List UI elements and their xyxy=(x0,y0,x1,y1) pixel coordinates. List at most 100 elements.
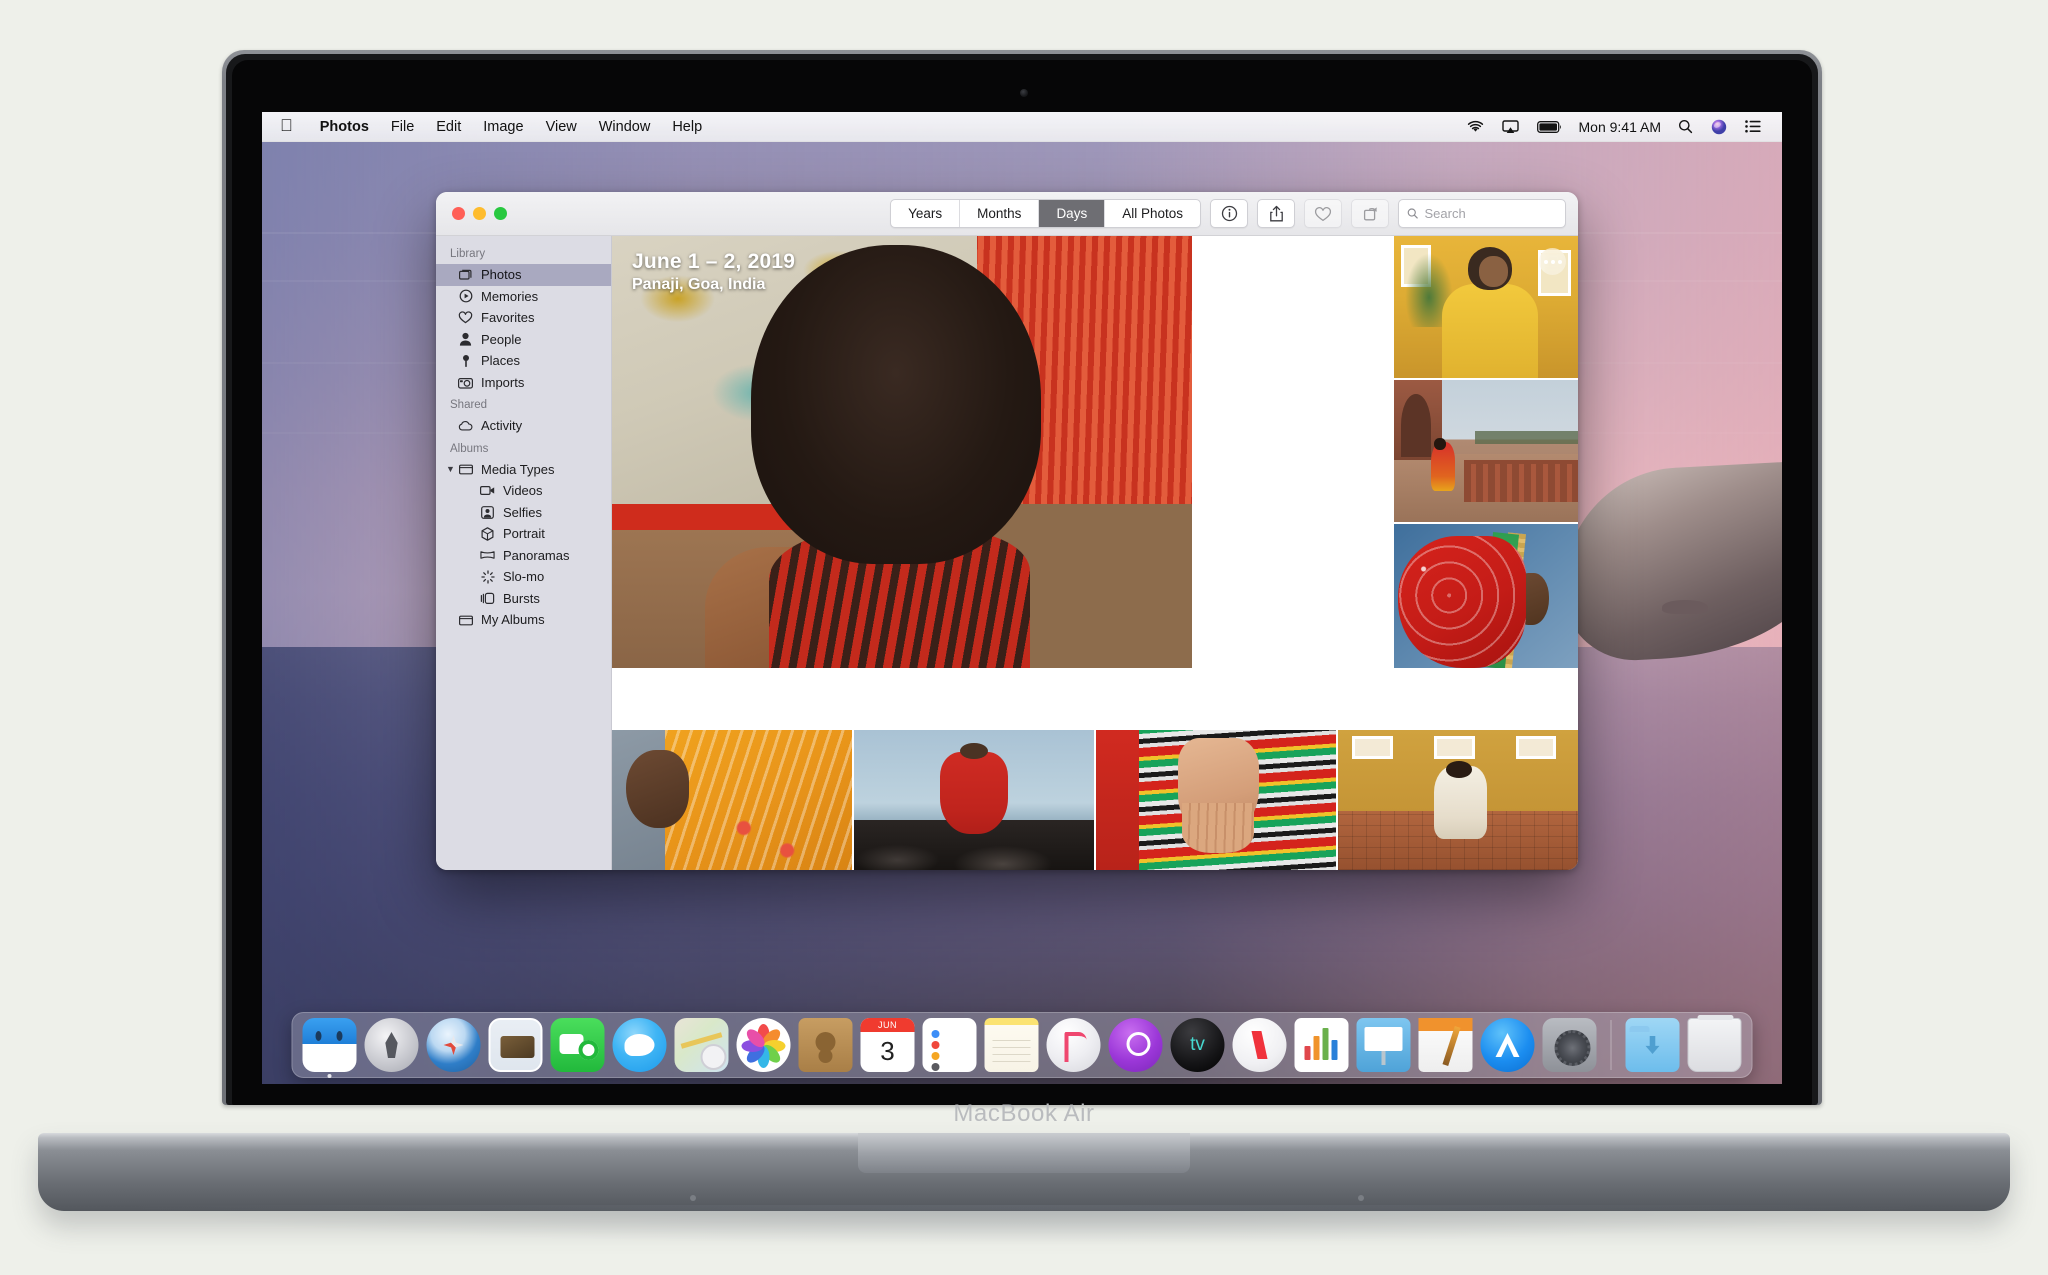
dock-item-system-preferences[interactable] xyxy=(1542,1018,1597,1072)
menu-item-image[interactable]: Image xyxy=(472,119,534,135)
photo-thumbnail[interactable] xyxy=(1338,728,1578,870)
dock-item-keynote[interactable] xyxy=(1356,1018,1411,1072)
photo-grid: June 1 – 2, 2019 Panaji, Goa, India xyxy=(612,236,1578,870)
dock-item-mail[interactable] xyxy=(488,1018,543,1072)
dock-item-podcasts[interactable] xyxy=(1108,1018,1163,1072)
menu-bar-clock[interactable]: Mon 9:41 AM xyxy=(1571,119,1670,135)
laptop-base-notch xyxy=(858,1133,1190,1173)
chevron-down-icon[interactable]: ▼ xyxy=(446,464,455,474)
dock-item-pages[interactable] xyxy=(1418,1018,1473,1072)
sidebar-item-label: Memories xyxy=(481,288,539,304)
window-titlebar: Years Months Days All Photos xyxy=(436,192,1578,236)
dock-item-app-store[interactable] xyxy=(1480,1018,1535,1072)
hero-photo[interactable]: June 1 – 2, 2019 Panaji, Goa, India xyxy=(612,236,1192,668)
sidebar-item-label: Imports xyxy=(481,374,525,390)
dock-item-photos[interactable] xyxy=(736,1018,791,1072)
search-input[interactable] xyxy=(1424,206,1557,221)
tab-all-photos[interactable]: All Photos xyxy=(1105,200,1200,227)
battery-icon[interactable] xyxy=(1528,120,1571,133)
menu-item-photos[interactable]: Photos xyxy=(309,119,380,135)
menu-bar:  Photos File Edit Image View Window Hel… xyxy=(262,112,1782,142)
photo-detail xyxy=(1515,735,1557,760)
photo-thumbnail[interactable] xyxy=(1392,236,1578,380)
dock-item-contacts[interactable] xyxy=(798,1018,853,1072)
tab-months[interactable]: Months xyxy=(960,200,1040,227)
search-icon xyxy=(1407,208,1418,219)
person-icon xyxy=(458,332,473,347)
wifi-icon[interactable] xyxy=(1458,120,1493,133)
menu-item-file[interactable]: File xyxy=(380,119,425,135)
dock-item-numbers[interactable] xyxy=(1294,1018,1349,1072)
sidebar-item-photos[interactable]: Photos xyxy=(436,264,611,286)
cube-icon xyxy=(480,526,495,541)
sidebar-item-media-types[interactable]: ▼ Media Types xyxy=(436,459,611,481)
photo-thumbnail[interactable] xyxy=(612,728,854,870)
calendar-day: 3 xyxy=(880,1036,895,1066)
dock-item-reminders[interactable] xyxy=(922,1018,977,1072)
photo-thumbnail[interactable] xyxy=(854,728,1096,870)
photo-image xyxy=(612,730,852,870)
sidebar-item-portrait[interactable]: Portrait xyxy=(436,523,611,545)
sidebar-item-selfies[interactable]: Selfies xyxy=(436,502,611,524)
dock-item-news[interactable] xyxy=(1232,1018,1287,1072)
dock-item-apple-tv[interactable]: tv xyxy=(1170,1018,1225,1072)
apple-menu-icon[interactable]:  xyxy=(280,116,293,136)
sidebar-item-places[interactable]: Places xyxy=(436,350,611,372)
sidebar-item-label: Selfies xyxy=(503,504,543,520)
more-options-button[interactable] xyxy=(1539,248,1566,275)
dock-item-notes[interactable] xyxy=(984,1018,1039,1072)
folder-icon xyxy=(458,612,473,627)
toolbar: Years Months Days All Photos xyxy=(890,199,1566,228)
sidebar-item-slo-mo[interactable]: Slo-mo xyxy=(436,566,611,588)
search-field[interactable] xyxy=(1398,199,1566,228)
control-center-icon[interactable] xyxy=(1736,120,1770,133)
photo-date-range: June 1 – 2, 2019 xyxy=(632,250,796,273)
view-mode-segmented-control[interactable]: Years Months Days All Photos xyxy=(890,199,1201,228)
sidebar-item-activity[interactable]: Activity xyxy=(436,415,611,437)
siri-icon[interactable] xyxy=(1702,119,1736,135)
photo-detail xyxy=(1434,438,1446,450)
dock-item-downloads[interactable] xyxy=(1625,1018,1680,1072)
menu-item-edit[interactable]: Edit xyxy=(425,119,472,135)
sidebar-item-panoramas[interactable]: Panoramas xyxy=(436,545,611,567)
minimize-button[interactable] xyxy=(473,207,486,220)
sidebar-item-my-albums[interactable]: My Albums xyxy=(436,609,611,631)
dock-item-itunes[interactable] xyxy=(1046,1018,1101,1072)
dock-item-safari[interactable] xyxy=(426,1018,481,1072)
sidebar-item-imports[interactable]: Imports xyxy=(436,372,611,394)
close-button[interactable] xyxy=(452,207,465,220)
dock-item-maps[interactable] xyxy=(674,1018,729,1072)
menu-item-help[interactable]: Help xyxy=(661,119,713,135)
dock-item-messages[interactable] xyxy=(612,1018,667,1072)
airplay-icon[interactable] xyxy=(1493,119,1528,134)
ellipsis-dot xyxy=(1550,259,1555,264)
menu-item-window[interactable]: Window xyxy=(588,119,662,135)
dock-item-facetime[interactable] xyxy=(550,1018,605,1072)
dock-item-calendar[interactable]: JUN 3 xyxy=(860,1018,915,1072)
sidebar-item-favorites[interactable]: Favorites xyxy=(436,307,611,329)
dock-item-trash[interactable] xyxy=(1687,1015,1742,1072)
rotate-button[interactable] xyxy=(1351,199,1389,228)
photo-detail xyxy=(664,730,852,870)
tab-years[interactable]: Years xyxy=(891,200,961,227)
photo-thumbnail[interactable] xyxy=(1392,380,1578,524)
photo-detail xyxy=(626,749,689,828)
rotate-icon xyxy=(1363,207,1377,221)
sidebar-item-people[interactable]: People xyxy=(436,329,611,351)
favorite-button[interactable] xyxy=(1304,199,1342,228)
tab-days[interactable]: Days xyxy=(1039,200,1106,227)
sidebar-item-videos[interactable]: Videos xyxy=(436,480,611,502)
photo-detail xyxy=(1446,760,1473,778)
dock-item-finder[interactable] xyxy=(302,1018,357,1078)
info-button[interactable] xyxy=(1210,199,1248,228)
share-button[interactable] xyxy=(1257,199,1295,228)
menu-item-view[interactable]: View xyxy=(535,119,588,135)
sidebar-item-bursts[interactable]: Bursts xyxy=(436,588,611,610)
photo-thumbnail[interactable] xyxy=(1096,728,1338,870)
zoom-button[interactable] xyxy=(494,207,507,220)
sidebar-section-library: Library xyxy=(450,248,486,260)
dock-item-launchpad[interactable] xyxy=(364,1018,419,1072)
sidebar-item-memories[interactable]: Memories xyxy=(436,286,611,308)
photo-thumbnail[interactable] xyxy=(1392,524,1578,668)
search-icon[interactable] xyxy=(1669,119,1702,134)
